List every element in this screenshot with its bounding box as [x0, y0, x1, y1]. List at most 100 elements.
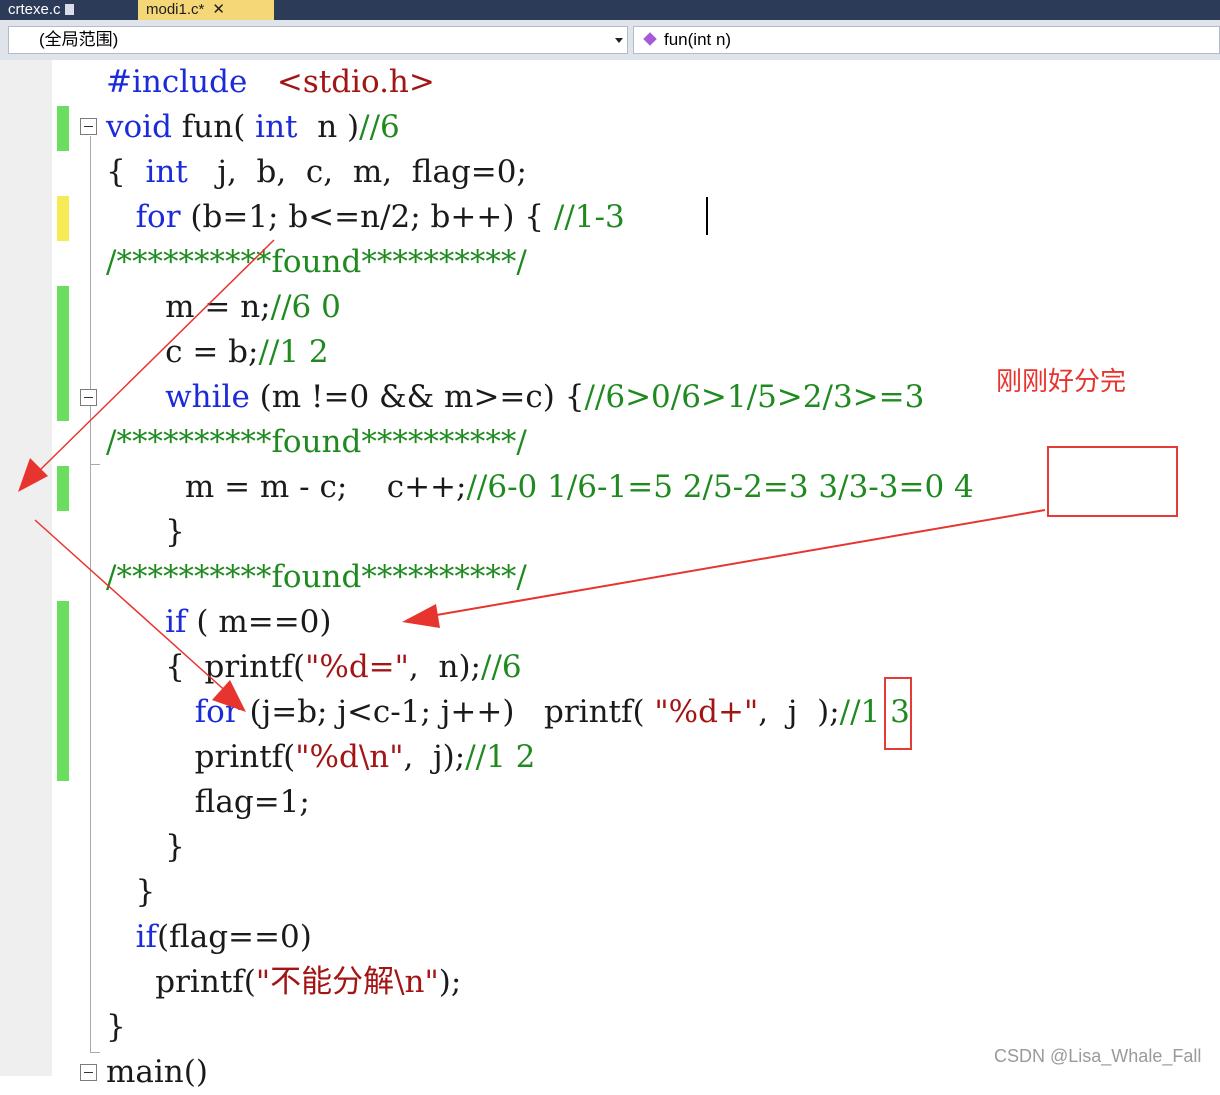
outline-guide [90, 136, 91, 1052]
arrow-head [402, 604, 440, 628]
keyword-token: for [135, 199, 181, 235]
change-marker [57, 691, 69, 736]
code-line[interactable]: printf("不能分解\n"); [106, 960, 461, 1005]
scope-value: (全局范围) [39, 30, 119, 49]
close-icon[interactable]: ✕ [212, 1, 225, 18]
comment-token: //1 2 [465, 739, 536, 775]
string-token: "%d+" [654, 694, 759, 730]
code-token: (m !=0 && m>=c) { [249, 379, 585, 415]
collapse-toggle[interactable] [80, 389, 97, 406]
change-marker [57, 646, 69, 691]
code-token: printf( [106, 964, 256, 1000]
change-marker [57, 286, 69, 331]
comment-token: //1-3 [553, 199, 625, 235]
lock-icon [64, 4, 74, 15]
code-line[interactable]: while (m !=0 && m>=c) {//6>0/6>1/5>2/3>=… [106, 375, 924, 420]
tab-label: crtexe.c [8, 1, 61, 18]
member-dropdown[interactable]: fun(int n) [633, 26, 1220, 54]
code-line[interactable]: /**********found**********/ [106, 240, 527, 285]
code-line[interactable]: flag=1; [106, 780, 310, 825]
method-icon [643, 32, 657, 46]
string-token: "%d=" [305, 649, 409, 685]
code-line[interactable]: main() [106, 1050, 208, 1095]
change-marker [57, 601, 69, 646]
code-token: m = m - c; c++; [106, 469, 467, 505]
code-line[interactable]: { printf("%d=", n);//6 [106, 645, 522, 690]
code-line[interactable]: } [106, 825, 185, 870]
tab-modi1[interactable]: modi1.c* ✕ [138, 0, 274, 20]
code-token: } [106, 514, 185, 550]
code-token: (b=1; b<=n/2; b++) { [180, 199, 554, 235]
member-value: fun(int n) [664, 30, 732, 49]
keyword-token: void [106, 109, 172, 145]
code-line[interactable]: } [106, 510, 185, 555]
code-line[interactable]: if ( m==0) [106, 600, 331, 645]
code-line[interactable]: #include <stdio.h> [106, 60, 435, 105]
keyword-token: if [165, 604, 187, 640]
change-marker [57, 466, 69, 511]
string-token: <stdio.h> [276, 64, 435, 100]
code-line[interactable]: } [106, 1005, 126, 1050]
string-token: "不能分解\n" [255, 964, 439, 1000]
code-token: { [106, 154, 146, 190]
code-token: , n); [408, 649, 481, 685]
code-token: , j); [403, 739, 466, 775]
code-token: fun( [171, 109, 256, 145]
unsaved-change-marker [57, 196, 69, 241]
code-token: (j=b; j<c-1; j++) printf( [239, 694, 655, 730]
code-token: flag=1; [106, 784, 310, 820]
comment-token: //6>0/6>1/5>2/3>=3 [584, 379, 925, 415]
code-line[interactable]: } [106, 870, 156, 915]
code-line[interactable]: for (j=b; j<c-1; j++) printf( "%d+", j )… [106, 690, 910, 735]
code-line[interactable]: m = m - c; c++;//6-0 1/6-1=5 2/5-2=3 3/3… [106, 465, 974, 510]
comment-token: //6 0 [270, 289, 341, 325]
comment-token: /**********found**********/ [106, 424, 527, 460]
watermark: CSDN @Lisa_Whale_Fall [994, 1046, 1202, 1066]
keyword-token: if [135, 919, 157, 955]
change-marker [57, 106, 69, 151]
string-token: "%d\n" [295, 739, 404, 775]
code-token: printf( [106, 739, 296, 775]
code-token: , j ); [758, 694, 840, 730]
navigation-bar: (全局范围) fun(int n) [0, 20, 1220, 60]
code-token: n ) [297, 109, 360, 145]
code-line[interactable]: /**********found**********/ [106, 420, 527, 465]
code-line[interactable]: /**********found**********/ [106, 555, 527, 600]
collapse-toggle[interactable] [80, 1064, 97, 1081]
code-token: { printf( [106, 649, 306, 685]
text-caret [706, 197, 708, 235]
code-token: } [106, 1009, 126, 1045]
highlight-box [1047, 446, 1178, 517]
code-line[interactable]: m = n;//6 0 [106, 285, 341, 330]
scope-dropdown[interactable]: (全局范围) [8, 26, 628, 54]
code-line[interactable]: for (b=1; b<=n/2; b++) { //1-3 [106, 195, 625, 240]
keyword-token: #include [106, 64, 248, 100]
outline-guide-end [90, 464, 100, 465]
collapse-toggle[interactable] [80, 118, 97, 135]
code-token: j, b, c, m, flag=0; [187, 154, 527, 190]
change-marker [57, 331, 69, 376]
code-token: } [106, 874, 156, 910]
comment-token: //6 [359, 109, 400, 145]
code-line[interactable]: void fun( int n )//6 [106, 105, 400, 150]
tab-crtexe[interactable]: crtexe.c [0, 0, 136, 20]
indicator-margin [0, 60, 52, 1076]
code-token: (flag==0) [156, 919, 312, 955]
code-line[interactable]: printf("%d\n", j);//1 2 [106, 735, 536, 780]
code-token: ( m==0) [186, 604, 332, 640]
outline-guide-end [90, 1052, 100, 1053]
code-line[interactable]: { int j, b, c, m, flag=0; [106, 150, 527, 195]
code-line[interactable]: c = b;//1 2 [106, 330, 329, 375]
document-tab-bar: crtexe.c modi1.c* ✕ [0, 0, 1220, 20]
highlight-box [884, 677, 912, 750]
code-token: m = n; [106, 289, 271, 325]
code-line[interactable]: if(flag==0) [106, 915, 312, 960]
code-token: main() [106, 1054, 208, 1090]
keyword-token: int [145, 154, 188, 190]
chevron-down-icon[interactable] [615, 38, 623, 43]
code-token: c = b; [106, 334, 259, 370]
